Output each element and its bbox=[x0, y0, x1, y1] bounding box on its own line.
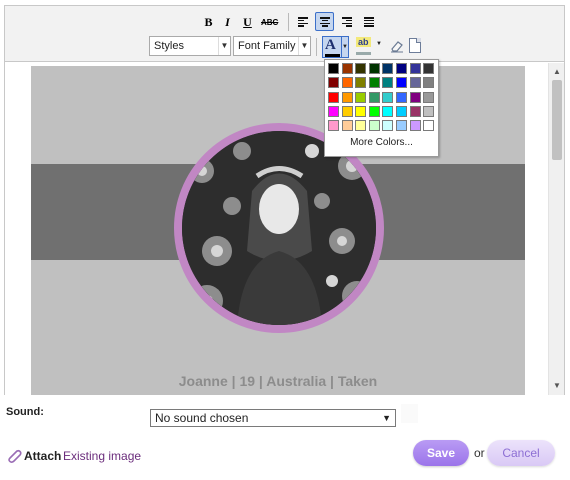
color-swatch[interactable] bbox=[328, 105, 339, 117]
color-swatch[interactable] bbox=[409, 63, 421, 74]
styles-select-label: Styles bbox=[154, 40, 184, 52]
editor-scrollbar[interactable]: ▲ ▼ bbox=[548, 63, 564, 395]
sound-select[interactable]: No sound chosen ▼ bbox=[150, 409, 396, 427]
font-color-icon: A bbox=[325, 37, 336, 53]
color-swatch[interactable] bbox=[341, 105, 353, 117]
styles-select[interactable]: Styles ▼ bbox=[149, 36, 231, 56]
color-swatch[interactable] bbox=[341, 63, 353, 74]
color-swatch[interactable] bbox=[328, 63, 339, 74]
align-center-button[interactable] bbox=[315, 12, 334, 31]
save-button[interactable]: Save bbox=[413, 440, 469, 466]
color-swatch[interactable] bbox=[395, 105, 407, 117]
editor-content[interactable]: Joanne | 19 | Australia | Taken bbox=[5, 63, 548, 395]
color-swatch[interactable] bbox=[355, 63, 367, 74]
color-swatch[interactable] bbox=[355, 105, 367, 117]
chevron-down-icon: ▼ bbox=[298, 37, 310, 55]
italic-button[interactable]: I bbox=[218, 12, 237, 31]
toolbar-separator bbox=[288, 13, 289, 31]
scrollbar-thumb[interactable] bbox=[552, 80, 562, 160]
color-swatch[interactable] bbox=[382, 77, 394, 89]
color-swatch[interactable] bbox=[409, 120, 421, 132]
more-colors-button[interactable]: More Colors... bbox=[325, 137, 438, 148]
align-center-icon bbox=[320, 17, 330, 27]
sound-label: Sound: bbox=[6, 406, 44, 418]
chevron-down-icon: ▼ bbox=[218, 37, 230, 55]
color-swatch[interactable] bbox=[368, 91, 380, 103]
new-document-icon[interactable] bbox=[409, 38, 421, 53]
color-swatch[interactable] bbox=[395, 77, 407, 89]
background-color-indicator bbox=[356, 52, 371, 55]
underline-button[interactable]: U bbox=[238, 12, 257, 31]
color-swatch[interactable] bbox=[423, 63, 435, 74]
color-swatch[interactable] bbox=[409, 77, 421, 89]
cancel-button[interactable]: Cancel bbox=[487, 440, 555, 466]
color-swatch[interactable] bbox=[395, 63, 407, 74]
chevron-down-icon[interactable]: ▼ bbox=[341, 37, 348, 57]
color-swatch[interactable] bbox=[423, 77, 435, 89]
color-swatch[interactable] bbox=[423, 120, 435, 132]
scroll-up-arrow-icon[interactable]: ▲ bbox=[549, 65, 565, 79]
font-family-select-label: Font Family bbox=[238, 40, 296, 52]
toolbar-separator bbox=[316, 38, 317, 56]
existing-image-link[interactable]: Existing image bbox=[63, 449, 141, 463]
align-justify-icon bbox=[364, 17, 374, 27]
color-swatch[interactable] bbox=[382, 63, 394, 74]
color-swatch[interactable] bbox=[368, 120, 380, 132]
color-palette-dropdown: More Colors... bbox=[324, 59, 439, 157]
banner-caption: Joanne | 19 | Australia | Taken bbox=[178, 373, 378, 389]
color-swatch[interactable] bbox=[409, 105, 421, 117]
highlighter-icon: ab bbox=[356, 37, 371, 47]
color-swatch[interactable] bbox=[328, 120, 339, 132]
color-swatch[interactable] bbox=[328, 91, 339, 103]
align-right-icon bbox=[342, 17, 352, 27]
color-swatch[interactable] bbox=[355, 77, 367, 89]
background-color-button[interactable]: ab ▼ bbox=[354, 37, 384, 57]
paperclip-icon bbox=[6, 448, 22, 464]
color-swatch[interactable] bbox=[395, 120, 407, 132]
or-text: or bbox=[474, 446, 485, 460]
chevron-down-icon[interactable]: ▼ bbox=[376, 41, 382, 47]
align-left-button[interactable] bbox=[293, 12, 312, 31]
font-color-button[interactable]: A ▼ bbox=[322, 36, 349, 58]
rich-text-editor: B I U ABC Styles ▼ Font Family ▼ A ▼ ab … bbox=[4, 5, 565, 395]
color-swatch[interactable] bbox=[382, 120, 394, 132]
color-swatch[interactable] bbox=[409, 91, 421, 103]
color-swatch[interactable] bbox=[355, 120, 367, 132]
color-swatches bbox=[328, 63, 435, 132]
sound-select-value: No sound chosen bbox=[155, 411, 249, 425]
eraser-icon[interactable] bbox=[389, 38, 405, 54]
chevron-down-icon: ▼ bbox=[382, 413, 391, 423]
color-swatch[interactable] bbox=[368, 105, 380, 117]
color-swatch[interactable] bbox=[395, 91, 407, 103]
color-swatch[interactable] bbox=[423, 91, 435, 103]
color-swatch[interactable] bbox=[328, 77, 339, 89]
font-color-indicator bbox=[325, 54, 340, 57]
color-swatch[interactable] bbox=[368, 63, 380, 74]
color-swatch[interactable] bbox=[382, 105, 394, 117]
color-swatch[interactable] bbox=[341, 91, 353, 103]
color-swatch[interactable] bbox=[341, 77, 353, 89]
bold-button[interactable]: B bbox=[199, 12, 218, 31]
strikethrough-button[interactable]: ABC bbox=[260, 12, 279, 31]
color-swatch[interactable] bbox=[368, 77, 380, 89]
color-swatch[interactable] bbox=[341, 120, 353, 132]
color-swatch[interactable] bbox=[382, 91, 394, 103]
align-right-button[interactable] bbox=[337, 12, 356, 31]
editor-toolbar: B I U ABC Styles ▼ Font Family ▼ A ▼ ab … bbox=[5, 6, 564, 62]
align-left-icon bbox=[298, 17, 308, 27]
color-swatch[interactable] bbox=[423, 105, 435, 117]
attach-label: Attach bbox=[24, 449, 62, 463]
sound-preview-area bbox=[401, 404, 418, 423]
banner-image: Joanne | 19 | Australia | Taken bbox=[31, 66, 525, 395]
scroll-down-arrow-icon[interactable]: ▼ bbox=[549, 379, 565, 393]
align-justify-button[interactable] bbox=[359, 12, 378, 31]
font-family-select[interactable]: Font Family ▼ bbox=[233, 36, 311, 56]
color-swatch[interactable] bbox=[355, 91, 367, 103]
